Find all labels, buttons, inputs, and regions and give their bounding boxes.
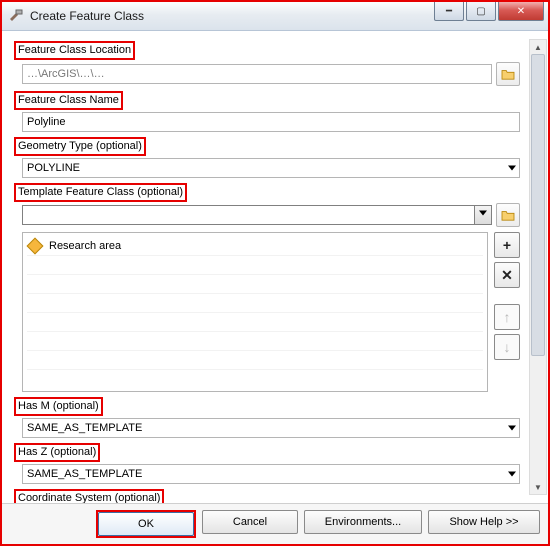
vertical-scrollbar[interactable]: ▲ ▼ (529, 39, 547, 495)
browse-template-button[interactable] (496, 203, 520, 227)
folder-icon (501, 68, 515, 80)
polygon-icon (27, 238, 44, 255)
ok-label: OK (138, 518, 154, 530)
has-m-select[interactable]: SAME_AS_TEMPLATE (22, 418, 520, 438)
list-buttons: + ✕ ↑ ↓ (494, 232, 520, 392)
scroll-thumb[interactable] (531, 54, 545, 356)
label-has-z: Has Z (optional) (14, 443, 100, 462)
add-item-button[interactable]: + (494, 232, 520, 258)
chevron-down-icon (508, 166, 516, 171)
arrow-down-icon: ↓ (504, 339, 511, 355)
hammer-icon (8, 8, 24, 24)
close-button[interactable]: ✕ (498, 2, 544, 21)
plus-icon: + (503, 237, 511, 253)
geometry-type-value: POLYLINE (27, 162, 80, 174)
template-list[interactable]: Research area (22, 232, 488, 392)
ok-button[interactable]: OK (98, 512, 194, 536)
move-down-button[interactable]: ↓ (494, 334, 520, 360)
scroll-down-icon[interactable]: ▼ (530, 480, 546, 494)
titlebar[interactable]: Create Feature Class ━ ▢ ✕ (2, 2, 548, 31)
move-up-button[interactable]: ↑ (494, 304, 520, 330)
scroll-up-icon[interactable]: ▲ (530, 40, 546, 54)
window: Create Feature Class ━ ▢ ✕ ▲ ▼ Feature C… (2, 2, 548, 544)
label-template-feature-class: Template Feature Class (optional) (14, 183, 187, 202)
window-buttons: ━ ▢ ✕ (434, 2, 548, 30)
label-geometry-type: Geometry Type (optional) (14, 137, 146, 156)
feature-class-location-input[interactable]: …\ArcGIS\…\… (22, 64, 492, 84)
cancel-label: Cancel (233, 516, 267, 528)
cancel-button[interactable]: Cancel (202, 510, 298, 534)
maximize-icon: ▢ (476, 6, 485, 17)
environments-label: Environments... (325, 516, 401, 528)
show-help-button[interactable]: Show Help >> (428, 510, 540, 534)
arrow-up-icon: ↑ (504, 309, 511, 325)
label-coord-system: Coordinate System (optional) (14, 489, 164, 503)
chevron-down-icon (474, 206, 491, 224)
feature-class-location-value: …\ArcGIS\…\… (27, 68, 105, 80)
remove-item-button[interactable]: ✕ (494, 262, 520, 288)
feature-class-name-value: Polyline (27, 116, 66, 128)
close-icon: ✕ (517, 6, 525, 17)
form-content: Feature Class Location …\ArcGIS\…\… Feat… (14, 39, 520, 503)
minimize-icon: ━ (446, 6, 452, 17)
feature-class-name-input[interactable]: Polyline (22, 112, 520, 132)
dialog-body: ▲ ▼ Feature Class Location …\ArcGIS\…\… … (2, 31, 548, 503)
label-has-m: Has M (optional) (14, 397, 103, 416)
outer-highlight: Create Feature Class ━ ▢ ✕ ▲ ▼ Feature C… (0, 0, 550, 546)
geometry-type-select[interactable]: POLYLINE (22, 158, 520, 178)
chevron-down-icon (508, 472, 516, 477)
list-item[interactable]: Research area (27, 237, 483, 256)
has-z-value: SAME_AS_TEMPLATE (27, 468, 142, 480)
label-feature-class-name: Feature Class Name (14, 91, 123, 110)
maximize-button[interactable]: ▢ (466, 2, 496, 21)
environments-button[interactable]: Environments... (304, 510, 422, 534)
browse-location-button[interactable] (496, 62, 520, 86)
template-feature-class-select[interactable] (22, 205, 492, 225)
minimize-button[interactable]: ━ (434, 2, 464, 21)
dialog-footer: OK Cancel Environments... Show Help >> (2, 503, 548, 544)
label-feature-class-location: Feature Class Location (14, 41, 135, 60)
has-z-select[interactable]: SAME_AS_TEMPLATE (22, 464, 520, 484)
show-help-label: Show Help >> (449, 516, 518, 528)
ok-highlight: OK (96, 510, 196, 538)
window-title: Create Feature Class (30, 9, 434, 23)
x-icon: ✕ (501, 267, 513, 284)
has-m-value: SAME_AS_TEMPLATE (27, 422, 142, 434)
folder-icon (501, 209, 515, 221)
list-item-label: Research area (49, 240, 121, 252)
chevron-down-icon (508, 426, 516, 431)
